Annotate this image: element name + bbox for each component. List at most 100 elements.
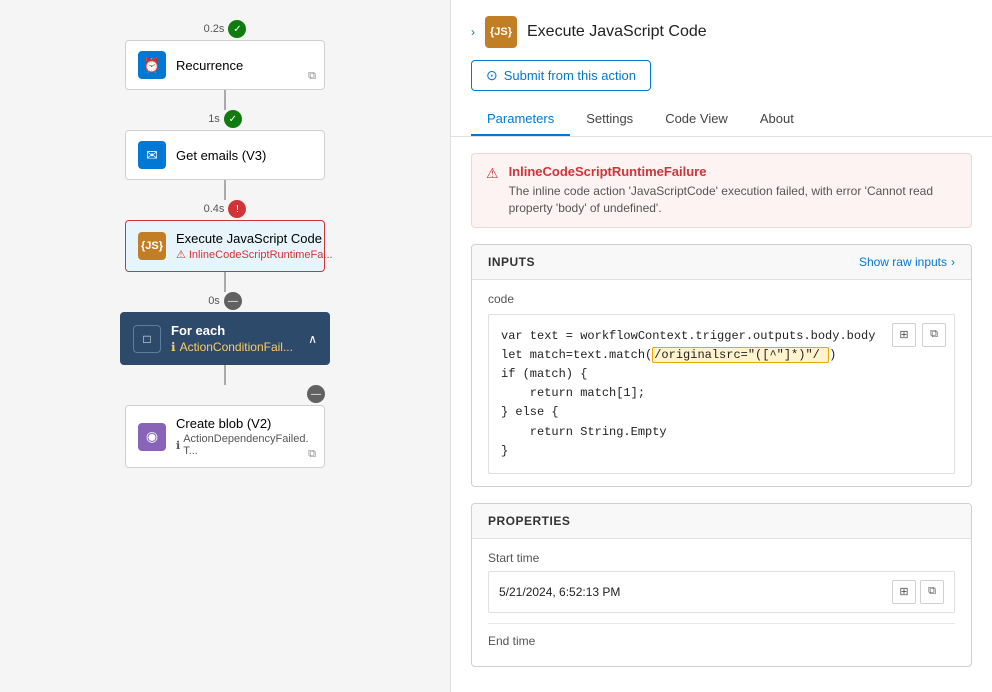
properties-section-body: Start time 5/21/2024, 6:52:13 PM ⊞ ⧉ End… bbox=[472, 539, 971, 666]
connector-1 bbox=[224, 90, 226, 110]
error-badge-execute-js: ! bbox=[228, 200, 246, 218]
inputs-section: INPUTS Show raw inputs › code ⊞ ⧉ var te… bbox=[471, 244, 972, 487]
step-card-create-blob[interactable]: ◉ Create blob (V2) ℹ ActionDependencyFai… bbox=[125, 405, 325, 468]
info-icon-create-blob: ℹ bbox=[176, 439, 180, 452]
step-badge-get-emails: 1s ✓ bbox=[208, 110, 242, 128]
create-blob-icon: ◉ bbox=[138, 423, 166, 451]
get-emails-content: Get emails (V3) bbox=[176, 148, 312, 163]
right-content: ⚠ InlineCodeScriptRuntimeFailure The inl… bbox=[451, 137, 992, 692]
error-banner-message: The inline code action 'JavaScriptCode' … bbox=[509, 183, 957, 217]
inputs-section-header: INPUTS Show raw inputs › bbox=[472, 245, 971, 280]
step-wrapper-recurrence: 0.2s ✓ ⏰ Recurrence ⧉ bbox=[125, 20, 325, 90]
error-banner-icon: ⚠ bbox=[486, 165, 499, 217]
recurrence-timing: 0.2s bbox=[204, 23, 225, 35]
show-raw-label: Show raw inputs bbox=[859, 255, 947, 269]
step-badge-for-each: 0s — bbox=[208, 292, 242, 310]
error-warning-icon: ⚠ bbox=[176, 248, 186, 261]
skip-badge-create-blob: — bbox=[307, 385, 325, 403]
start-time-grid-btn[interactable]: ⊞ bbox=[892, 580, 916, 604]
copy-icon-recurrence[interactable]: ⧉ bbox=[308, 70, 316, 83]
error-banner-title: InlineCodeScriptRuntimeFailure bbox=[509, 164, 957, 179]
tabs: Parameters Settings Code View About bbox=[471, 103, 972, 136]
connector-2 bbox=[224, 180, 226, 200]
divider bbox=[488, 623, 955, 624]
code-line-4: return match[1]; bbox=[501, 384, 942, 403]
code-copy-btn[interactable]: ⧉ bbox=[922, 323, 946, 347]
for-each-subtitle: ℹ ActionConditionFail... bbox=[171, 340, 298, 354]
execute-js-subtitle: InlineCodeScriptRuntimeFa... bbox=[189, 249, 333, 261]
code-grid-btn[interactable]: ⊞ bbox=[892, 323, 916, 347]
submit-button[interactable]: ⊙ Submit from this action bbox=[471, 60, 651, 91]
step-card-get-emails[interactable]: ✉ Get emails (V3) bbox=[125, 130, 325, 180]
end-time-label: End time bbox=[488, 634, 955, 648]
connector-3 bbox=[224, 272, 226, 292]
create-blob-content: Create blob (V2) ℹ ActionDependencyFaile… bbox=[176, 416, 312, 457]
properties-section-header: PROPERTIES bbox=[472, 504, 971, 539]
create-blob-error: ℹ ActionDependencyFailed. T... bbox=[176, 433, 312, 457]
code-line-7: } bbox=[501, 442, 942, 461]
tab-about[interactable]: About bbox=[744, 103, 810, 136]
execute-js-timing: 0.4s bbox=[204, 203, 225, 215]
recurrence-title: Recurrence bbox=[176, 58, 312, 73]
success-badge-recurrence: ✓ bbox=[228, 20, 246, 38]
step-wrapper-execute-js: 0.4s ! {JS} Execute JavaScript Code ⚠ In… bbox=[125, 200, 325, 272]
step-badge-create-blob: — bbox=[125, 385, 325, 403]
execute-js-title: Execute JavaScript Code bbox=[176, 231, 333, 246]
success-badge-get-emails: ✓ bbox=[224, 110, 242, 128]
tab-parameters[interactable]: Parameters bbox=[471, 103, 570, 136]
action-title: Execute JavaScript Code bbox=[527, 23, 707, 41]
code-block: ⊞ ⧉ var text = workflowContext.trigger.o… bbox=[488, 314, 955, 474]
error-banner: ⚠ InlineCodeScriptRuntimeFailure The inl… bbox=[471, 153, 972, 228]
recurrence-icon: ⏰ bbox=[138, 51, 166, 79]
submit-icon: ⊙ bbox=[486, 67, 498, 84]
execute-js-error: ⚠ InlineCodeScriptRuntimeFa... bbox=[176, 248, 333, 261]
step-badge-recurrence: 0.2s ✓ bbox=[204, 20, 247, 38]
execute-js-icon: {JS} bbox=[138, 232, 166, 260]
code-field-label: code bbox=[488, 292, 955, 306]
tab-settings[interactable]: Settings bbox=[570, 103, 649, 136]
tab-code-view[interactable]: Code View bbox=[649, 103, 744, 136]
copy-icon-create-blob[interactable]: ⧉ bbox=[308, 448, 316, 461]
create-blob-title: Create blob (V2) bbox=[176, 416, 312, 431]
step-wrapper-for-each: 0s — □ For each ℹ ActionConditionFail...… bbox=[120, 292, 330, 365]
connector-4 bbox=[224, 365, 226, 385]
start-time-label: Start time bbox=[488, 551, 955, 565]
step-badge-execute-js: 0.4s ! bbox=[204, 200, 247, 218]
action-icon: {JS} bbox=[485, 16, 517, 48]
step-card-for-each[interactable]: □ For each ℹ ActionConditionFail... ∧ bbox=[120, 312, 330, 365]
error-banner-body: InlineCodeScriptRuntimeFailure The inlin… bbox=[509, 164, 957, 217]
start-time-actions: ⊞ ⧉ bbox=[892, 580, 944, 604]
right-header: › {JS} Execute JavaScript Code ⊙ Submit … bbox=[451, 0, 992, 137]
submit-label: Submit from this action bbox=[504, 68, 636, 83]
left-panel: 0.2s ✓ ⏰ Recurrence ⧉ 1s ✓ ✉ Get emails … bbox=[0, 0, 450, 692]
for-each-timing: 0s bbox=[208, 295, 220, 307]
get-emails-icon: ✉ bbox=[138, 141, 166, 169]
create-blob-subtitle: ActionDependencyFailed. T... bbox=[183, 433, 312, 457]
show-raw-inputs[interactable]: Show raw inputs › bbox=[859, 255, 955, 269]
step-card-execute-js[interactable]: {JS} Execute JavaScript Code ⚠ InlineCod… bbox=[125, 220, 325, 272]
inputs-section-title: INPUTS bbox=[488, 255, 535, 269]
recurrence-content: Recurrence bbox=[176, 58, 312, 73]
chevron-up-icon[interactable]: ∧ bbox=[308, 332, 317, 346]
step-wrapper-get-emails: 1s ✓ ✉ Get emails (V3) bbox=[125, 110, 325, 180]
get-emails-timing: 1s bbox=[208, 113, 220, 125]
step-card-recurrence[interactable]: ⏰ Recurrence ⧉ bbox=[125, 40, 325, 90]
step-wrapper-create-blob: — ◉ Create blob (V2) ℹ ActionDependencyF… bbox=[125, 385, 325, 468]
code-line-1: var text = workflowContext.trigger.outpu… bbox=[501, 327, 942, 346]
start-time-value-box: 5/21/2024, 6:52:13 PM ⊞ ⧉ bbox=[488, 571, 955, 613]
right-panel: › {JS} Execute JavaScript Code ⊙ Submit … bbox=[450, 0, 992, 692]
for-each-title: For each bbox=[171, 323, 298, 338]
properties-section: PROPERTIES Start time 5/21/2024, 6:52:13… bbox=[471, 503, 972, 667]
code-toolbar: ⊞ ⧉ bbox=[892, 323, 946, 347]
start-time-value: 5/21/2024, 6:52:13 PM bbox=[499, 585, 620, 599]
for-each-icon: □ bbox=[133, 325, 161, 353]
show-raw-chevron: › bbox=[951, 255, 955, 269]
info-icon-for-each: ℹ bbox=[171, 340, 176, 354]
skip-badge-for-each: — bbox=[224, 292, 242, 310]
get-emails-title: Get emails (V3) bbox=[176, 148, 312, 163]
properties-section-title: PROPERTIES bbox=[488, 514, 570, 528]
execute-js-content: Execute JavaScript Code ⚠ InlineCodeScri… bbox=[176, 231, 333, 261]
expand-button[interactable]: › bbox=[471, 25, 475, 39]
code-highlight: /originalsrc="([^"]*)"/ bbox=[652, 347, 829, 363]
start-time-copy-btn[interactable]: ⧉ bbox=[920, 580, 944, 604]
